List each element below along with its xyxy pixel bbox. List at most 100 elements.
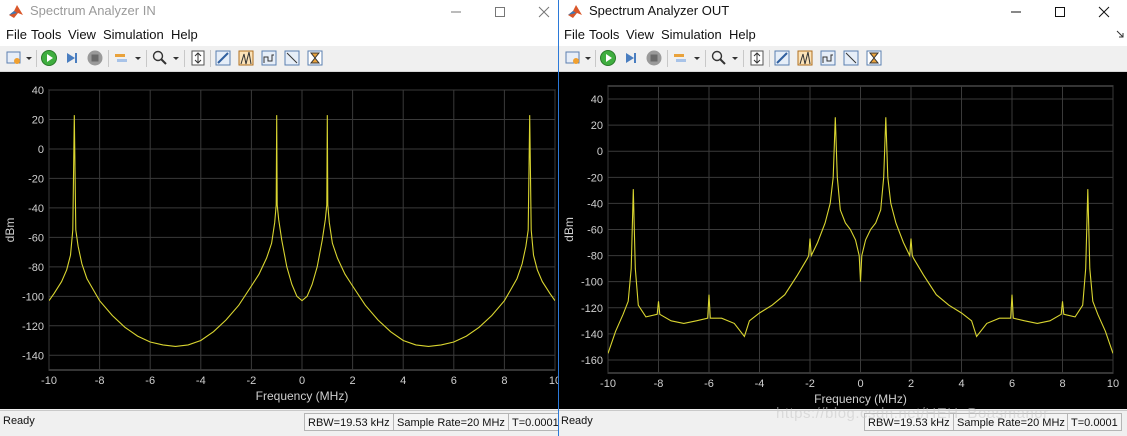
toolbar xyxy=(559,46,1127,72)
toolbar-separator xyxy=(146,50,147,67)
toolbar-separator xyxy=(705,50,706,67)
settings-icon[interactable] xyxy=(564,49,582,67)
y-tick-label: -80 xyxy=(587,251,603,263)
toolbar-separator xyxy=(743,50,744,67)
spectrum-plot-in[interactable]: -10-8-6-4-2024681040200-20-40-60-80-100-… xyxy=(0,72,558,409)
plot-area: -10-8-6-4-2024681040200-20-40-60-80-100-… xyxy=(0,72,558,409)
peak-finder-icon[interactable] xyxy=(796,49,814,67)
menu-bar: File Tools View Simulation Help xyxy=(0,24,558,46)
y-tick-label: -100 xyxy=(22,291,44,303)
scale-axes-icon[interactable] xyxy=(748,49,766,67)
y-tick-label: -60 xyxy=(28,232,44,244)
menu-tools[interactable]: Tools xyxy=(589,27,619,42)
x-tick-label: -6 xyxy=(145,375,155,387)
x-tick-label: 8 xyxy=(1059,378,1065,390)
dropdown-arrow-icon[interactable] xyxy=(692,49,702,67)
matlab-logo-icon xyxy=(9,5,23,18)
x-tick-label: -2 xyxy=(247,375,257,387)
step-forward-icon[interactable] xyxy=(63,49,81,67)
spectrum-analyzer-in-window: Spectrum Analyzer IN File Tools View Sim… xyxy=(0,0,558,436)
y-tick-label: -40 xyxy=(587,198,603,210)
distortion-measurements-icon[interactable] xyxy=(842,49,860,67)
status-rbw: RBW=19.53 kHz xyxy=(304,413,394,431)
data-cursors-icon[interactable] xyxy=(773,49,791,67)
run-icon[interactable] xyxy=(40,49,58,67)
y-tick-label: -160 xyxy=(581,355,603,367)
y-tick-label: -140 xyxy=(581,329,603,341)
maximize-button[interactable] xyxy=(478,0,522,24)
status-ready: Ready xyxy=(3,415,35,427)
title-bar[interactable]: Spectrum Analyzer IN xyxy=(0,0,558,24)
minimize-button[interactable] xyxy=(434,0,478,24)
stop-icon[interactable] xyxy=(645,49,663,67)
highlight-icon[interactable] xyxy=(672,49,690,67)
toolbar-separator xyxy=(184,50,185,67)
toolbar-separator xyxy=(667,50,668,67)
menu-simulation[interactable]: Simulation xyxy=(661,27,722,42)
dropdown-arrow-icon[interactable] xyxy=(24,49,34,67)
x-tick-label: -2 xyxy=(805,378,815,390)
x-tick-label: -10 xyxy=(41,375,57,387)
step-forward-icon[interactable] xyxy=(622,49,640,67)
x-axis-label: Frequency (MHz) xyxy=(256,389,349,403)
close-icon xyxy=(538,6,550,18)
stop-icon[interactable] xyxy=(86,49,104,67)
minimize-button[interactable] xyxy=(994,0,1038,24)
menu-bar: File Tools View Simulation Help xyxy=(559,24,1127,46)
dropdown-arrow-icon[interactable] xyxy=(583,49,593,67)
run-icon[interactable] xyxy=(599,49,617,67)
peak-finder-icon[interactable] xyxy=(237,49,255,67)
toolbar-separator xyxy=(210,50,211,67)
menu-simulation[interactable]: Simulation xyxy=(103,27,164,42)
close-button[interactable] xyxy=(1082,0,1126,24)
y-tick-label: -20 xyxy=(28,173,44,185)
menu-view[interactable]: View xyxy=(68,27,96,42)
menu-overflow-icon[interactable] xyxy=(1115,29,1125,39)
distortion-measurements-icon[interactable] xyxy=(283,49,301,67)
maximize-icon xyxy=(1055,7,1065,17)
toolbar xyxy=(0,46,558,72)
menu-file[interactable]: File xyxy=(6,27,27,42)
maximize-icon xyxy=(495,7,505,17)
scale-axes-icon[interactable] xyxy=(189,49,207,67)
menu-tools[interactable]: Tools xyxy=(31,27,61,42)
dropdown-arrow-icon[interactable] xyxy=(171,49,181,67)
y-tick-label: 40 xyxy=(591,94,603,106)
channel-measurements-icon[interactable] xyxy=(819,49,837,67)
y-tick-label: -140 xyxy=(22,350,44,362)
spectrum-plot-out[interactable]: -10 -8 -6 -4 -2 0 2 4 6 8 1040200-20-40-60-80-100-… xyxy=(559,72,1127,409)
status-time: T=0.0001 xyxy=(1067,413,1122,431)
y-tick-label: 20 xyxy=(32,114,44,126)
ccdf-measurements-icon[interactable] xyxy=(306,49,324,67)
zoom-icon[interactable] xyxy=(151,49,169,67)
ccdf-measurements-icon[interactable] xyxy=(865,49,883,67)
dropdown-arrow-icon[interactable] xyxy=(730,49,740,67)
settings-icon[interactable] xyxy=(5,49,23,67)
menu-help[interactable]: Help xyxy=(171,27,198,42)
data-cursors-icon[interactable] xyxy=(214,49,232,67)
maximize-button[interactable] xyxy=(1038,0,1082,24)
menu-help[interactable]: Help xyxy=(729,27,756,42)
minimize-icon xyxy=(1011,11,1021,13)
menu-view[interactable]: View xyxy=(626,27,654,42)
highlight-icon[interactable] xyxy=(113,49,131,67)
menu-file[interactable]: File xyxy=(564,27,585,42)
y-tick-label: 20 xyxy=(591,120,603,132)
x-tick-label: 0 xyxy=(857,378,863,390)
status-time: T=0.0001 xyxy=(508,413,558,431)
zoom-icon[interactable] xyxy=(710,49,728,67)
x-tick-label: -6 xyxy=(704,378,714,390)
x-axis-label: Frequency (MHz) xyxy=(814,392,907,406)
channel-measurements-icon[interactable] xyxy=(260,49,278,67)
close-button[interactable] xyxy=(522,0,558,24)
y-tick-label: -20 xyxy=(587,172,603,184)
title-bar[interactable]: Spectrum Analyzer OUT xyxy=(559,0,1127,24)
x-tick-label: -8 xyxy=(654,378,664,390)
x-tick-label: 2 xyxy=(908,378,914,390)
status-ready: Ready xyxy=(561,415,593,427)
y-tick-label: 0 xyxy=(38,144,44,156)
window-title: Spectrum Analyzer IN xyxy=(30,3,156,18)
x-tick-label: -10 xyxy=(600,378,616,390)
dropdown-arrow-icon[interactable] xyxy=(133,49,143,67)
toolbar-separator xyxy=(108,50,109,67)
